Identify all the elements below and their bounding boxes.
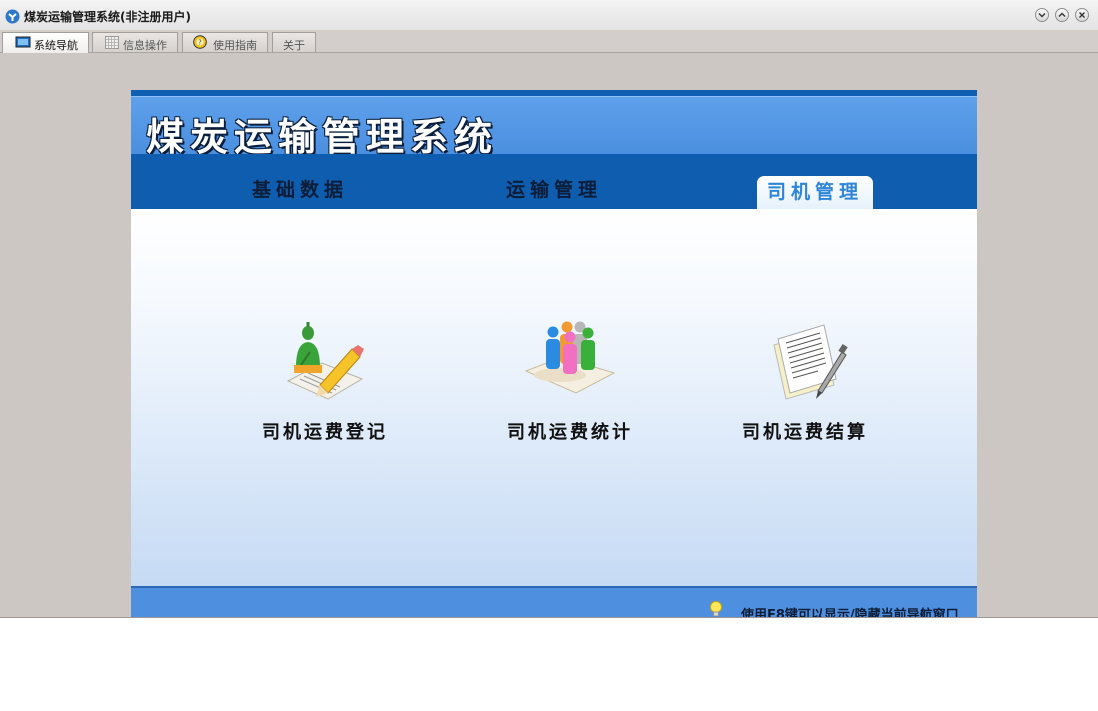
app-logo-icon xyxy=(5,9,20,24)
system-title: 煤炭运输管理系统 xyxy=(146,115,499,159)
nav-transport-management[interactable]: 运输管理 xyxy=(506,175,602,202)
module-nav: 基础数据 运输管理 司机管理 xyxy=(131,154,977,209)
tab-bar: 系统导航 信息操作 ? 使用指南 关于 xyxy=(0,30,1098,53)
lightbulb-icon xyxy=(710,601,722,617)
tab-label: 关于 xyxy=(283,39,305,52)
tab-info-ops[interactable]: 信息操作 xyxy=(92,32,178,52)
function-label: 司机运费结算 xyxy=(742,422,868,443)
driver-freight-statistics-button[interactable]: 司机运费统计 xyxy=(470,319,670,449)
tab-label: 信息操作 xyxy=(123,39,167,52)
function-area: 司机运费登记 司机运费统计 司机运费结算 xyxy=(131,209,977,586)
panel-header: 煤炭运输管理系统 xyxy=(131,96,977,159)
maximize-button[interactable] xyxy=(1055,8,1069,22)
people-statistics-icon xyxy=(524,321,616,394)
tab-system-nav[interactable]: 系统导航 xyxy=(2,32,89,53)
tab-user-guide[interactable]: ? 使用指南 xyxy=(182,32,268,52)
svg-text:?: ? xyxy=(198,39,202,47)
driver-register-icon xyxy=(286,322,364,400)
chevron-down-icon xyxy=(1038,13,1046,18)
driver-freight-register-button[interactable]: 司机运费登记 xyxy=(225,319,425,449)
hint-text: 使用F8键可以显示/隐藏当前导航窗口 xyxy=(741,608,959,617)
document-settle-icon xyxy=(773,324,848,400)
nav-driver-management[interactable]: 司机管理 xyxy=(757,176,874,209)
close-icon xyxy=(1079,12,1085,18)
close-button[interactable] xyxy=(1075,8,1089,22)
driver-freight-settlement-button[interactable]: 司机运费结算 xyxy=(705,319,905,449)
panel-footer: 使用F8键可以显示/隐藏当前导航窗口 xyxy=(131,586,977,617)
tab-about[interactable]: 关于 xyxy=(272,32,316,52)
tab-label: 使用指南 xyxy=(213,39,257,52)
minimize-button[interactable] xyxy=(1035,8,1049,22)
tab-label: 系统导航 xyxy=(34,39,78,52)
app-window: 煤炭运输管理系统(非注册用户) 系统导航 信息操作 ? 使用指南 关于 煤炭运输… xyxy=(0,0,1098,618)
monitor-icon xyxy=(15,36,31,48)
chevron-up-icon xyxy=(1058,12,1066,17)
navigation-panel: 煤炭运输管理系统 基础数据 运输管理 司机管理 司机运费登记 司机运费统计 司机… xyxy=(131,90,977,617)
help-icon: ? xyxy=(193,35,207,49)
function-label: 司机运费登记 xyxy=(262,422,388,443)
function-label: 司机运费统计 xyxy=(507,422,633,443)
title-bar: 煤炭运输管理系统(非注册用户) xyxy=(0,0,1098,31)
nav-basic-data[interactable]: 基础数据 xyxy=(252,175,348,202)
window-title: 煤炭运输管理系统(非注册用户) xyxy=(24,10,191,24)
grid-icon xyxy=(105,36,119,49)
